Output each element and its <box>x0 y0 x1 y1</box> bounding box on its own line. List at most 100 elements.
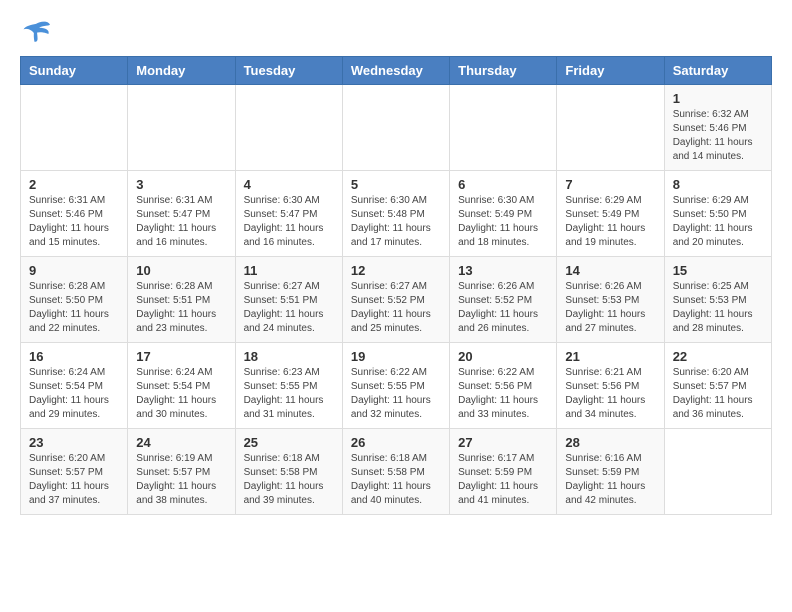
weekday-header-row: SundayMondayTuesdayWednesdayThursdayFrid… <box>21 57 772 85</box>
calendar-table: SundayMondayTuesdayWednesdayThursdayFrid… <box>20 56 772 515</box>
calendar-cell: 23 Sunrise: 6:20 AM Sunset: 5:57 PM Dayli… <box>21 429 128 515</box>
page-header <box>20 20 772 48</box>
weekday-header-tuesday: Tuesday <box>235 57 342 85</box>
day-number: 3 <box>136 177 226 192</box>
weekday-header-thursday: Thursday <box>450 57 557 85</box>
day-detail: Sunrise: 6:26 AM Sunset: 5:52 PM Dayligh… <box>458 280 548 336</box>
day-number: 25 <box>244 435 334 450</box>
day-detail: Sunrise: 6:25 AM Sunset: 5:53 PM Dayligh… <box>673 280 763 336</box>
day-detail: Sunrise: 6:23 AM Sunset: 5:55 PM Dayligh… <box>244 366 334 422</box>
day-detail: Sunrise: 6:24 AM Sunset: 5:54 PM Dayligh… <box>29 366 119 422</box>
day-number: 7 <box>565 177 655 192</box>
day-number: 28 <box>565 435 655 450</box>
day-detail: Sunrise: 6:24 AM Sunset: 5:54 PM Dayligh… <box>136 366 226 422</box>
calendar-cell: 4Sunrise: 6:30 AM Sunset: 5:47 PM Daylig… <box>235 171 342 257</box>
day-detail: Sunrise: 6:29 AM Sunset: 5:50 PM Dayligh… <box>673 194 763 250</box>
calendar-cell: 21Sunrise: 6:21 AM Sunset: 5:56 PM Dayli… <box>557 343 664 429</box>
calendar-cell <box>342 85 449 171</box>
day-number: 18 <box>244 349 334 364</box>
logo-icon <box>20 20 52 48</box>
day-detail: Sunrise: 6:30 AM Sunset: 5:48 PM Dayligh… <box>351 194 441 250</box>
week-row-3: 9 Sunrise: 6:28 AM Sunset: 5:50 PM Daylig… <box>21 257 772 343</box>
week-row-4: 16 Sunrise: 6:24 AM Sunset: 5:54 PM Dayli… <box>21 343 772 429</box>
day-detail: Sunrise: 6:26 AM Sunset: 5:53 PM Dayligh… <box>565 280 655 336</box>
day-detail: Sunrise: 6:31 AM Sunset: 5:47 PM Dayligh… <box>136 194 226 250</box>
calendar-cell: 7 Sunrise: 6:29 AM Sunset: 5:49 PM Daylig… <box>557 171 664 257</box>
calendar-cell: 28 Sunrise: 6:16 AM Sunset: 5:59 PM Dayli… <box>557 429 664 515</box>
calendar-cell: 2 Sunrise: 6:31 AM Sunset: 5:46 PM Daylig… <box>21 171 128 257</box>
day-number: 9 <box>29 263 119 278</box>
weekday-header-friday: Friday <box>557 57 664 85</box>
day-detail: Sunrise: 6:16 AM Sunset: 5:59 PM Dayligh… <box>565 452 655 508</box>
calendar-cell: 14 Sunrise: 6:26 AM Sunset: 5:53 PM Dayli… <box>557 257 664 343</box>
day-number: 27 <box>458 435 548 450</box>
day-number: 26 <box>351 435 441 450</box>
day-number: 13 <box>458 263 548 278</box>
day-number: 8 <box>673 177 763 192</box>
calendar-cell: 3 Sunrise: 6:31 AM Sunset: 5:47 PM Daylig… <box>128 171 235 257</box>
calendar-cell: 16 Sunrise: 6:24 AM Sunset: 5:54 PM Dayli… <box>21 343 128 429</box>
day-detail: Sunrise: 6:22 AM Sunset: 5:55 PM Dayligh… <box>351 366 441 422</box>
calendar-cell: 13 Sunrise: 6:26 AM Sunset: 5:52 PM Dayli… <box>450 257 557 343</box>
day-number: 11 <box>244 263 334 278</box>
calendar-cell: 19 Sunrise: 6:22 AM Sunset: 5:55 PM Dayli… <box>342 343 449 429</box>
day-number: 15 <box>673 263 763 278</box>
calendar-cell: 9 Sunrise: 6:28 AM Sunset: 5:50 PM Daylig… <box>21 257 128 343</box>
day-number: 20 <box>458 349 548 364</box>
day-number: 17 <box>136 349 226 364</box>
day-detail: Sunrise: 6:30 AM Sunset: 5:49 PM Dayligh… <box>458 194 548 250</box>
day-number: 23 <box>29 435 119 450</box>
day-number: 6 <box>458 177 548 192</box>
calendar-cell: 26 Sunrise: 6:18 AM Sunset: 5:58 PM Dayli… <box>342 429 449 515</box>
day-detail: Sunrise: 6:30 AM Sunset: 5:47 PM Dayligh… <box>244 194 334 250</box>
weekday-header-saturday: Saturday <box>664 57 771 85</box>
calendar-cell <box>235 85 342 171</box>
day-number: 2 <box>29 177 119 192</box>
day-number: 12 <box>351 263 441 278</box>
day-number: 5 <box>351 177 441 192</box>
calendar-cell: 8 Sunrise: 6:29 AM Sunset: 5:50 PM Daylig… <box>664 171 771 257</box>
calendar-cell: 20Sunrise: 6:22 AM Sunset: 5:56 PM Dayli… <box>450 343 557 429</box>
calendar-cell: 24 Sunrise: 6:19 AM Sunset: 5:57 PM Dayli… <box>128 429 235 515</box>
day-detail: Sunrise: 6:27 AM Sunset: 5:52 PM Dayligh… <box>351 280 441 336</box>
day-number: 19 <box>351 349 441 364</box>
week-row-2: 2 Sunrise: 6:31 AM Sunset: 5:46 PM Daylig… <box>21 171 772 257</box>
day-detail: Sunrise: 6:32 AM Sunset: 5:46 PM Dayligh… <box>673 108 763 164</box>
calendar-cell: 17 Sunrise: 6:24 AM Sunset: 5:54 PM Dayli… <box>128 343 235 429</box>
calendar-cell: 18 Sunrise: 6:23 AM Sunset: 5:55 PM Dayli… <box>235 343 342 429</box>
logo <box>20 20 56 48</box>
calendar-cell <box>128 85 235 171</box>
week-row-5: 23 Sunrise: 6:20 AM Sunset: 5:57 PM Dayli… <box>21 429 772 515</box>
weekday-header-monday: Monday <box>128 57 235 85</box>
calendar-cell: 1 Sunrise: 6:32 AM Sunset: 5:46 PM Daylig… <box>664 85 771 171</box>
calendar-cell <box>664 429 771 515</box>
weekday-header-wednesday: Wednesday <box>342 57 449 85</box>
calendar-cell: 6 Sunrise: 6:30 AM Sunset: 5:49 PM Daylig… <box>450 171 557 257</box>
day-detail: Sunrise: 6:18 AM Sunset: 5:58 PM Dayligh… <box>351 452 441 508</box>
day-number: 1 <box>673 91 763 106</box>
day-detail: Sunrise: 6:27 AM Sunset: 5:51 PM Dayligh… <box>244 280 334 336</box>
day-detail: Sunrise: 6:20 AM Sunset: 5:57 PM Dayligh… <box>29 452 119 508</box>
calendar-cell: 5 Sunrise: 6:30 AM Sunset: 5:48 PM Daylig… <box>342 171 449 257</box>
calendar-cell: 10 Sunrise: 6:28 AM Sunset: 5:51 PM Dayli… <box>128 257 235 343</box>
weekday-header-sunday: Sunday <box>21 57 128 85</box>
calendar-cell: 15 Sunrise: 6:25 AM Sunset: 5:53 PM Dayli… <box>664 257 771 343</box>
calendar-cell: 27 Sunrise: 6:17 AM Sunset: 5:59 PM Dayli… <box>450 429 557 515</box>
day-detail: Sunrise: 6:21 AM Sunset: 5:56 PM Dayligh… <box>565 366 655 422</box>
day-detail: Sunrise: 6:19 AM Sunset: 5:57 PM Dayligh… <box>136 452 226 508</box>
day-number: 14 <box>565 263 655 278</box>
day-detail: Sunrise: 6:28 AM Sunset: 5:50 PM Dayligh… <box>29 280 119 336</box>
day-detail: Sunrise: 6:20 AM Sunset: 5:57 PM Dayligh… <box>673 366 763 422</box>
calendar-cell <box>450 85 557 171</box>
day-detail: Sunrise: 6:28 AM Sunset: 5:51 PM Dayligh… <box>136 280 226 336</box>
day-detail: Sunrise: 6:31 AM Sunset: 5:46 PM Dayligh… <box>29 194 119 250</box>
day-detail: Sunrise: 6:29 AM Sunset: 5:49 PM Dayligh… <box>565 194 655 250</box>
day-number: 10 <box>136 263 226 278</box>
day-number: 16 <box>29 349 119 364</box>
week-row-1: 1 Sunrise: 6:32 AM Sunset: 5:46 PM Daylig… <box>21 85 772 171</box>
calendar-cell <box>557 85 664 171</box>
day-detail: Sunrise: 6:17 AM Sunset: 5:59 PM Dayligh… <box>458 452 548 508</box>
calendar-cell <box>21 85 128 171</box>
calendar-cell: 25Sunrise: 6:18 AM Sunset: 5:58 PM Dayli… <box>235 429 342 515</box>
day-number: 24 <box>136 435 226 450</box>
